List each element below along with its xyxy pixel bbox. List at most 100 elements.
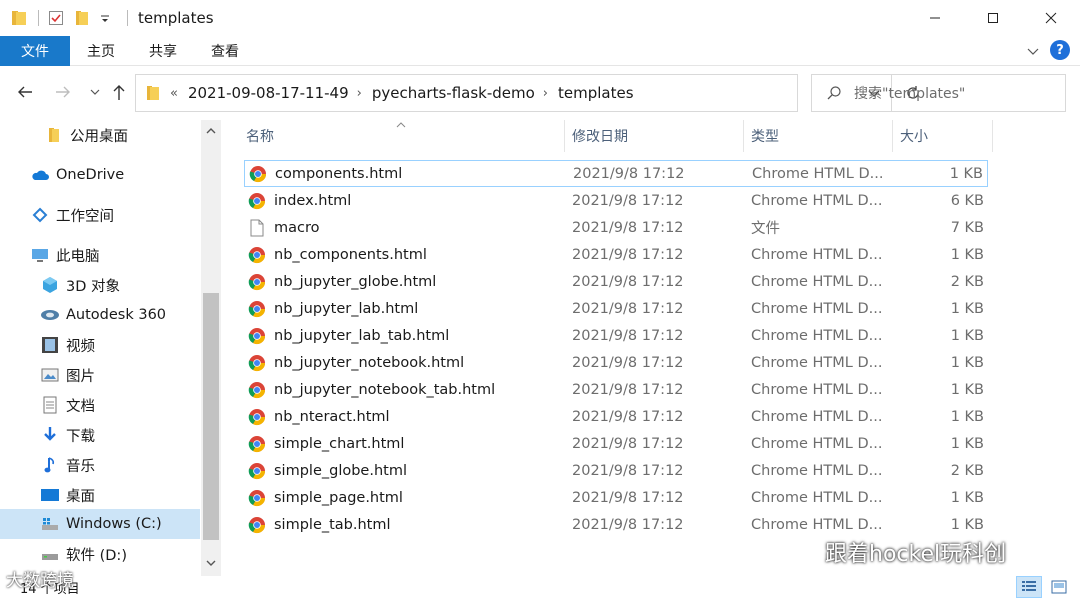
- column-divider[interactable]: [892, 120, 893, 152]
- sidebar-scrollbar[interactable]: [201, 120, 221, 576]
- file-row[interactable]: simple_page.html 2021/9/8 17:12 Chrome HTM…: [244, 484, 988, 511]
- file-row[interactable]: index.html 2021/9/8 17:12 Chrome HTML D...…: [244, 187, 988, 214]
- breadcrumb-item[interactable]: pyecharts-flask-demo: [372, 84, 535, 102]
- properties-icon[interactable]: [47, 9, 65, 27]
- file-size: 7 KB: [950, 219, 984, 236]
- sidebar-item-documents[interactable]: 文档: [0, 390, 200, 420]
- file-row[interactable]: nb_jupyter_lab_tab.html 2021/9/8 17:12 Chr…: [244, 322, 988, 349]
- sidebar-item-public-desktop[interactable]: 公用桌面: [0, 120, 200, 150]
- file-name: simple_globe.html: [274, 462, 407, 479]
- file-row[interactable]: nb_jupyter_notebook_tab.html 2021/9/8 17:…: [244, 376, 988, 403]
- file-name: nb_jupyter_lab.html: [274, 300, 419, 317]
- large-icons-view-button[interactable]: [1046, 576, 1072, 598]
- minimize-button[interactable]: [906, 0, 964, 36]
- sidebar-item-autodesk-360[interactable]: Autodesk 360: [0, 300, 200, 330]
- file-row[interactable]: macro 2021/9/8 17:12 文件 7 KB: [244, 214, 988, 241]
- view-switcher: [1016, 576, 1072, 598]
- file-row[interactable]: simple_globe.html 2021/9/8 17:12 Chrome HT…: [244, 457, 988, 484]
- file-size: 1 KB: [950, 300, 984, 317]
- file-size: 1 KB: [950, 489, 984, 506]
- folder-icon: [44, 126, 64, 144]
- ribbon-right-controls: ?: [1026, 40, 1070, 60]
- help-button[interactable]: ?: [1050, 40, 1070, 60]
- tab-home[interactable]: 主页: [70, 36, 132, 66]
- file-name: simple_page.html: [274, 489, 403, 506]
- sidebar-item-software-d[interactable]: 软件 (D:): [0, 539, 200, 569]
- scroll-up-arrow-icon[interactable]: [201, 122, 221, 140]
- sidebar-item-this-pc[interactable]: 此电脑: [0, 240, 200, 270]
- back-button[interactable]: [14, 81, 36, 103]
- sidebar-item-downloads[interactable]: 下载: [0, 420, 200, 450]
- column-header-date[interactable]: 修改日期: [572, 120, 628, 152]
- navigation-pane: 公用桌面 OneDrive 工作空间 此电脑 3D 对象 Autodesk 36…: [0, 120, 222, 576]
- file-name: nb_components.html: [274, 246, 427, 263]
- chevron-right-icon[interactable]: ›: [543, 86, 548, 101]
- sidebar-item-workspace[interactable]: 工作空间: [0, 200, 200, 230]
- sidebar-item-windows-c[interactable]: Windows (C:): [0, 509, 200, 539]
- new-folder-icon[interactable]: [73, 9, 91, 27]
- search-placeholder: 搜索"templates": [854, 86, 966, 102]
- expand-ribbon-icon[interactable]: [1026, 41, 1040, 60]
- tab-share[interactable]: 共享: [132, 36, 194, 66]
- maximize-button[interactable]: [964, 0, 1022, 36]
- file-modified-date: 2021/9/8 17:12: [572, 516, 684, 533]
- chevron-right-icon[interactable]: ›: [357, 86, 362, 101]
- sidebar-item-label: 文档: [66, 398, 95, 415]
- forward-button[interactable]: [52, 81, 74, 103]
- windows-drive-icon: [40, 515, 60, 533]
- wechat-icon: [785, 539, 817, 565]
- scrollbar-thumb[interactable]: [203, 293, 219, 540]
- scroll-down-arrow-icon[interactable]: [201, 554, 221, 572]
- file-row[interactable]: nb_jupyter_notebook.html 2021/9/8 17:12 Ch…: [244, 349, 988, 376]
- file-type: Chrome HTML D...: [751, 489, 883, 506]
- file-row[interactable]: nb_nteract.html 2021/9/8 17:12 Chrome HTML…: [244, 403, 988, 430]
- sidebar-item-3d-objects[interactable]: 3D 对象: [0, 270, 200, 300]
- breadcrumb-item[interactable]: 2021-09-08-17-11-49: [188, 84, 349, 102]
- recent-locations-button[interactable]: [84, 81, 106, 103]
- address-bar[interactable]: « 2021-09-08-17-11-49 › pyecharts-flask-…: [135, 74, 919, 112]
- tab-view[interactable]: 查看: [194, 36, 256, 66]
- up-button[interactable]: [108, 81, 130, 103]
- sidebar-item-onedrive[interactable]: OneDrive: [0, 160, 200, 190]
- file-size: 1 KB: [950, 381, 984, 398]
- file-name: index.html: [274, 192, 352, 209]
- sidebar-item-label: 软件 (D:): [66, 547, 127, 564]
- search-input[interactable]: 搜索"templates": [811, 74, 1066, 112]
- customize-toolbar-icon[interactable]: [99, 9, 117, 27]
- file-row[interactable]: nb_jupyter_globe.html 2021/9/8 17:12 Chrom…: [244, 268, 988, 295]
- chrome-icon: [248, 192, 266, 210]
- file-row[interactable]: components.html 2021/9/8 17:12 Chrome HTML…: [244, 160, 988, 187]
- column-header-name[interactable]: 名称: [246, 120, 274, 152]
- file-row[interactable]: simple_tab.html 2021/9/8 17:12 Chrome HTML…: [244, 511, 988, 538]
- breadcrumb-item[interactable]: templates: [558, 84, 634, 102]
- breadcrumb-overflow[interactable]: «: [170, 86, 178, 101]
- sidebar-item-label: 图片: [66, 368, 95, 385]
- sidebar-item-videos[interactable]: 视频: [0, 330, 200, 360]
- file-modified-date: 2021/9/8 17:12: [572, 327, 684, 344]
- sidebar-item-music[interactable]: 音乐: [0, 450, 200, 480]
- close-button[interactable]: [1022, 0, 1080, 36]
- chrome-icon: [248, 246, 266, 264]
- file-name: nb_jupyter_notebook_tab.html: [274, 381, 496, 398]
- file-row[interactable]: nb_jupyter_lab.html 2021/9/8 17:12 Chrome …: [244, 295, 988, 322]
- tab-file[interactable]: 文件: [0, 35, 70, 66]
- details-view-button[interactable]: [1016, 576, 1042, 598]
- sidebar-item-desktop[interactable]: 桌面: [0, 480, 200, 510]
- file-type: 文件: [751, 221, 780, 237]
- desktop-icon: [40, 486, 60, 504]
- file-name: nb_nteract.html: [274, 408, 390, 425]
- sidebar-item-pictures[interactable]: 图片: [0, 360, 200, 390]
- file-modified-date: 2021/9/8 17:12: [572, 219, 684, 236]
- sidebar-item-label: 3D 对象: [66, 278, 120, 295]
- file-type: Chrome HTML D...: [751, 408, 883, 425]
- cloud-icon: [30, 166, 50, 184]
- column-divider[interactable]: [743, 120, 744, 152]
- column-divider[interactable]: [564, 120, 565, 152]
- column-divider[interactable]: [992, 120, 993, 152]
- sidebar-item-label: 下载: [66, 428, 95, 445]
- column-header-type[interactable]: 类型: [751, 120, 779, 152]
- file-row[interactable]: nb_components.html 2021/9/8 17:12 Chrome H…: [244, 241, 988, 268]
- chrome-icon: [248, 300, 266, 318]
- column-header-size[interactable]: 大小: [900, 120, 928, 152]
- file-row[interactable]: simple_chart.html 2021/9/8 17:12 Chrome HT…: [244, 430, 988, 457]
